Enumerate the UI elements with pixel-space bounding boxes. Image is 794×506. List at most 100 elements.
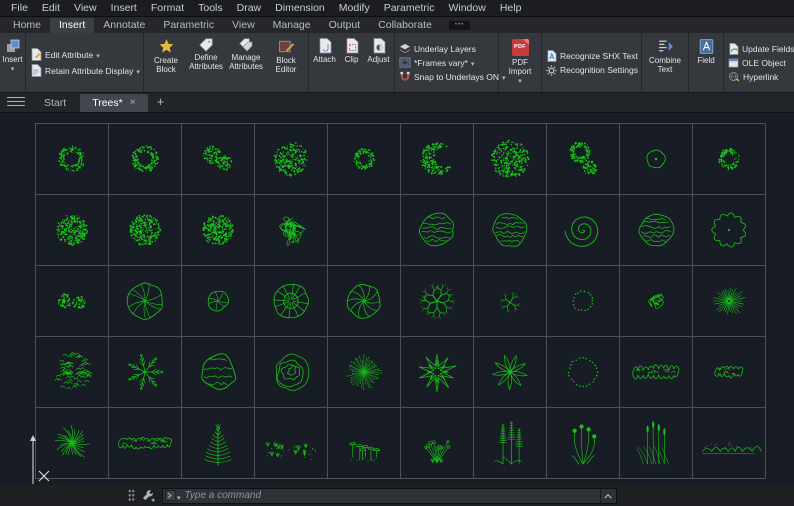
tree-symbol-cell[interactable] xyxy=(620,124,693,195)
menu-item-tools[interactable]: Tools xyxy=(191,1,230,15)
tree-symbol-cell[interactable] xyxy=(328,408,401,479)
tree-symbol-cell[interactable] xyxy=(36,408,109,479)
tree-symbol-cell[interactable] xyxy=(36,124,109,195)
hyperlink-button[interactable]: Hyperlink xyxy=(726,71,780,82)
tree-symbol-cell[interactable] xyxy=(474,124,547,195)
tree-symbol-cell[interactable] xyxy=(474,195,547,266)
tree-symbol-cell[interactable] xyxy=(693,408,766,479)
tree-symbol-cell[interactable] xyxy=(401,408,474,479)
tree-symbol-cell[interactable] xyxy=(328,124,401,195)
recognition-settings-button[interactable]: Recognition Settings xyxy=(544,64,640,76)
menu-item-modify[interactable]: Modify xyxy=(332,1,377,15)
tree-symbol-cell[interactable] xyxy=(255,124,328,195)
menu-item-window[interactable]: Window xyxy=(441,1,492,15)
ribbon-tab-home[interactable]: Home xyxy=(4,18,50,33)
tree-symbol-cell[interactable] xyxy=(182,337,255,408)
tree-symbol-cell[interactable] xyxy=(474,337,547,408)
tree-symbol-cell[interactable] xyxy=(547,266,620,337)
tree-symbol-cell[interactable] xyxy=(182,195,255,266)
menu-item-format[interactable]: Format xyxy=(144,1,191,15)
customize-wrench-icon[interactable] xyxy=(141,488,156,503)
menu-item-draw[interactable]: Draw xyxy=(230,1,269,15)
tree-symbol-cell[interactable] xyxy=(693,266,766,337)
tree-symbol-cell[interactable] xyxy=(693,195,766,266)
tree-symbol-cell[interactable] xyxy=(547,124,620,195)
tree-symbol-cell[interactable] xyxy=(182,408,255,479)
menu-item-insert[interactable]: Insert xyxy=(104,1,144,15)
tree-symbol-cell[interactable] xyxy=(328,195,401,266)
tree-symbol-cell[interactable] xyxy=(693,337,766,408)
tree-symbol-cell[interactable] xyxy=(620,337,693,408)
recognize-shx-text-button[interactable]: Recognize SHX Text xyxy=(544,49,640,62)
file-tab-trees[interactable]: Trees* × xyxy=(80,94,148,112)
hamburger-menu-icon[interactable] xyxy=(7,94,25,109)
insert-block-button[interactable]: Insert xyxy=(2,34,23,91)
clip-button[interactable]: Clip xyxy=(338,34,365,91)
attach-button[interactable]: Attach xyxy=(311,34,338,91)
drawing-area[interactable] xyxy=(0,113,794,485)
tree-symbol-cell[interactable] xyxy=(547,408,620,479)
tree-symbol-cell[interactable] xyxy=(182,124,255,195)
command-input[interactable] xyxy=(184,490,596,501)
tree-symbol-cell[interactable] xyxy=(693,124,766,195)
frames-vary-dropdown[interactable]: *Frames vary* xyxy=(397,57,476,68)
tree-symbol-cell[interactable] xyxy=(255,408,328,479)
tree-symbol-cell[interactable] xyxy=(109,195,182,266)
tree-symbol-cell[interactable] xyxy=(255,195,328,266)
tree-symbol-cell[interactable] xyxy=(255,266,328,337)
tree-symbol-cell[interactable] xyxy=(547,195,620,266)
create-block-button[interactable]: Create Block xyxy=(146,34,186,91)
tree-symbol-cell[interactable] xyxy=(36,337,109,408)
retain-attribute-display-button[interactable]: Retain Attribute Display xyxy=(28,64,142,77)
menu-item-edit[interactable]: Edit xyxy=(35,1,67,15)
tree-symbol-cell[interactable] xyxy=(547,337,620,408)
tree-symbol-cell[interactable] xyxy=(109,337,182,408)
tree-symbol-cell[interactable] xyxy=(109,266,182,337)
update-fields-button[interactable]: Update Fields xyxy=(726,43,794,55)
adjust-button[interactable]: Adjust xyxy=(365,34,392,91)
file-tab-start[interactable]: Start xyxy=(32,94,78,112)
field-button[interactable]: Field xyxy=(691,34,721,91)
ribbon-tab-collaborate[interactable]: Collaborate xyxy=(369,18,441,33)
tree-symbol-cell[interactable] xyxy=(401,266,474,337)
tree-symbol-cell[interactable] xyxy=(620,195,693,266)
tree-symbol-cell[interactable] xyxy=(182,266,255,337)
tree-symbol-cell[interactable] xyxy=(620,266,693,337)
new-tab-button[interactable]: + xyxy=(150,94,172,112)
snap-to-underlays-toggle[interactable]: Snap to Underlays ON xyxy=(397,71,508,82)
menu-item-help[interactable]: Help xyxy=(493,1,529,15)
tree-symbol-cell[interactable] xyxy=(109,408,182,479)
ribbon-tab-manage[interactable]: Manage xyxy=(264,18,320,33)
tree-symbol-cell[interactable] xyxy=(36,266,109,337)
block-editor-button[interactable]: Block Editor xyxy=(266,34,306,91)
tree-symbol-cell[interactable] xyxy=(255,337,328,408)
ribbon-tab-annotate[interactable]: Annotate xyxy=(94,18,154,33)
underlay-layers-button[interactable]: Underlay Layers xyxy=(397,43,478,54)
chevron-up-icon[interactable] xyxy=(600,488,614,503)
tree-symbol-cell[interactable] xyxy=(401,124,474,195)
pdf-import-button[interactable]: PDF PDF Import xyxy=(501,34,539,91)
define-attributes-button[interactable]: Define Attributes xyxy=(186,34,226,91)
ribbon-tab-parametric[interactable]: Parametric xyxy=(154,18,223,33)
tree-symbol-cell[interactable] xyxy=(620,408,693,479)
menu-item-dimension[interactable]: Dimension xyxy=(268,1,332,15)
edit-attribute-button[interactable]: Edit Attribute xyxy=(28,48,102,61)
ribbon-tab-view[interactable]: View xyxy=(223,18,264,33)
close-tab-icon[interactable]: × xyxy=(130,98,136,108)
tree-symbol-cell[interactable] xyxy=(401,195,474,266)
tree-symbol-cell[interactable] xyxy=(36,195,109,266)
menu-item-parametric[interactable]: Parametric xyxy=(377,1,442,15)
tree-symbol-cell[interactable] xyxy=(474,266,547,337)
tree-symbol-cell[interactable] xyxy=(328,266,401,337)
combine-text-button[interactable]: Combine Text xyxy=(644,34,686,91)
manage-attributes-button[interactable]: Manage Attributes xyxy=(226,34,266,91)
command-input-field[interactable] xyxy=(162,487,617,505)
command-prompt-icon[interactable] xyxy=(165,487,181,505)
command-bar-grip[interactable] xyxy=(128,489,135,502)
menu-item-file[interactable]: File xyxy=(4,1,35,15)
ribbon-tab-output[interactable]: Output xyxy=(320,18,370,33)
tree-symbol-cell[interactable] xyxy=(401,337,474,408)
ole-object-button[interactable]: OLE Object xyxy=(726,58,788,68)
tree-symbol-cell[interactable] xyxy=(474,408,547,479)
tree-symbol-cell[interactable] xyxy=(328,337,401,408)
